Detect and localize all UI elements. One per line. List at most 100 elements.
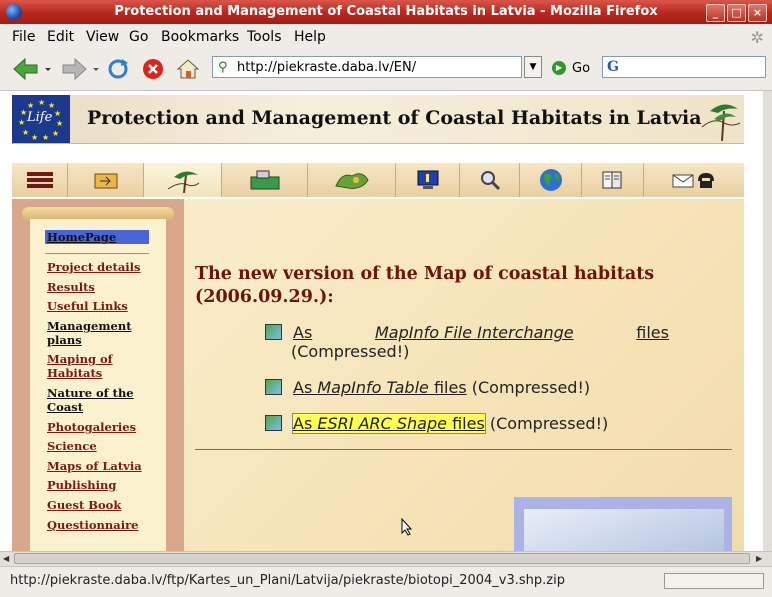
sidebar-item-science[interactable]: Science — [47, 439, 97, 453]
download-link-shp[interactable]: As ESRI ARC Shape files — [292, 413, 486, 434]
home-icon — [176, 59, 200, 79]
banner-title: Protection and Management of Coastal Hab… — [87, 107, 702, 129]
site-icon-toolbar — [12, 163, 744, 197]
nav-tools-button[interactable] — [222, 163, 308, 197]
sidebar-item-photogaleries[interactable]: Photogaleries — [47, 420, 136, 434]
compressed-note: (Compressed!) — [291, 342, 410, 361]
scroll-left-icon[interactable]: ◀ — [3, 554, 9, 563]
sidebar-item-guest-book[interactable]: Guest Book — [47, 498, 121, 512]
progress-meter — [664, 573, 764, 589]
sidebar-item-results[interactable]: Results — [47, 280, 95, 294]
chevron-down-icon: ▼ — [529, 62, 537, 72]
page-content: ★ ★ ★ ★ ★ ★ ★ ★ ★ ★ ★ Life Protection an… — [0, 91, 763, 551]
url-dropdown-button[interactable]: ▼ — [524, 56, 542, 78]
nav-globe-button[interactable] — [520, 163, 582, 197]
nav-search-button[interactable] — [460, 163, 520, 197]
throbber-icon: ✲ — [750, 28, 764, 47]
stop-button[interactable] — [140, 54, 166, 84]
info-monitor-icon — [417, 170, 438, 189]
sidebar-panel: HomePage Project details Results Useful … — [30, 219, 166, 551]
reload-button[interactable] — [104, 54, 132, 84]
sidebar: HomePage Project details Results Useful … — [12, 199, 184, 551]
map-file-icon — [265, 379, 282, 395]
status-text: http://piekraste.daba.lv/ftp/Kartes_un_P… — [10, 573, 565, 588]
stop-icon — [143, 59, 163, 79]
sidebar-item-questionnaire[interactable]: Questionnaire — [47, 518, 138, 532]
content-divider — [195, 449, 732, 450]
window-title: Protection and Management of Coastal Hab… — [114, 4, 658, 19]
sidebar-item-maping-of-habitats[interactable]: Maping of Habitats — [47, 352, 127, 380]
scrollbar-thumb[interactable] — [14, 553, 750, 564]
minimize-button[interactable]: _ — [706, 4, 725, 22]
go-button[interactable]: ▶ Go — [552, 57, 590, 79]
back-button[interactable] — [8, 54, 54, 84]
compressed-note: (Compressed!) — [471, 378, 591, 397]
sidebar-divider — [45, 253, 149, 254]
maximize-button[interactable]: □ — [727, 4, 746, 22]
forward-button[interactable] — [56, 54, 102, 84]
mail-phone-icon — [672, 173, 714, 188]
sidebar-item-project-details[interactable]: Project details — [47, 260, 141, 274]
window-titlebar: Protection and Management of Coastal Hab… — [0, 0, 772, 24]
nav-contact-button[interactable] — [644, 163, 744, 197]
menu-tools[interactable]: Tools — [247, 29, 282, 45]
google-icon: G — [607, 59, 619, 75]
nav-habitats-button[interactable] — [308, 163, 396, 197]
scroll-right-icon[interactable]: ▶ — [756, 554, 762, 563]
nav-book-button[interactable] — [582, 163, 644, 197]
link-prefix: As — [293, 323, 313, 342]
sidebar-item-useful-links[interactable]: Useful Links — [47, 299, 128, 313]
download-link-mif[interactable]: As MapInfo File Interchange files — [293, 323, 669, 342]
status-bar: http://piekraste.daba.lv/ftp/Kartes_un_P… — [0, 566, 772, 597]
menu-bar: File Edit View Go Bookmarks Tools Help ✲ — [0, 24, 772, 48]
menu-view[interactable]: View — [86, 29, 119, 45]
sidebar-item-management-plans[interactable]: Management plans — [47, 319, 139, 347]
nav-menu-button[interactable] — [12, 163, 68, 197]
site-banner: ★ ★ ★ ★ ★ ★ ★ ★ ★ ★ ★ Life Protection an… — [12, 95, 744, 144]
menu-help[interactable]: Help — [294, 29, 326, 45]
toolbox-icon — [250, 170, 279, 190]
coast-map-image — [514, 497, 732, 551]
go-arrow-icon: ▶ — [552, 61, 566, 75]
close-window-button[interactable]: × — [748, 4, 767, 22]
nav-coast-button[interactable] — [144, 163, 222, 197]
url-text: http://piekraste.daba.lv/EN/ — [237, 60, 417, 75]
nav-folder-button[interactable] — [68, 163, 144, 197]
mouse-pointer-icon — [401, 518, 413, 536]
menu-lines-icon — [26, 172, 53, 188]
sidebar-item-publishing[interactable]: Publishing — [47, 478, 116, 492]
sidebar-item-homepage[interactable]: HomePage — [45, 230, 149, 244]
globe-icon — [539, 169, 562, 191]
book-icon — [602, 171, 621, 189]
download-link-tab[interactable]: As MapInfo Table files — [293, 378, 467, 397]
site-favicon-icon: ⚲ — [218, 60, 228, 75]
menu-file[interactable]: File — [12, 29, 35, 45]
compressed-note: (Compressed!) — [489, 414, 609, 433]
menu-go[interactable]: Go — [129, 29, 148, 45]
nav-info-button[interactable] — [396, 163, 460, 197]
horizontal-scrollbar[interactable]: ◀ ▶ — [0, 551, 772, 566]
menu-edit[interactable]: Edit — [47, 29, 74, 45]
folder-arrow-icon — [94, 173, 117, 189]
url-input[interactable]: ⚲ http://piekraste.daba.lv/EN/ — [212, 56, 522, 78]
menu-bookmarks[interactable]: Bookmarks — [161, 29, 239, 45]
link-prefix: As — [293, 414, 318, 433]
link-format: MapInfo Table — [317, 378, 429, 397]
back-arrow-icon — [13, 57, 51, 81]
link-format: MapInfo File Interchange — [374, 323, 574, 342]
pine-tree-icon — [701, 104, 741, 141]
map-file-icon — [265, 415, 282, 431]
home-button[interactable] — [174, 54, 202, 84]
search-input[interactable]: G — [602, 56, 766, 78]
sidebar-item-nature-of-the-coast[interactable]: Nature of the Coast — [47, 386, 137, 414]
homepage-label: HomePage — [47, 230, 117, 244]
pine-tree-icon — [167, 171, 199, 193]
link-prefix: As — [293, 378, 318, 397]
sidebar-item-maps-of-latvia[interactable]: Maps of Latvia — [47, 459, 142, 473]
link-suffix: files — [636, 323, 669, 342]
logo-text: Life — [27, 110, 53, 125]
vertical-scrollbar[interactable] — [763, 91, 772, 551]
page-heading: The new version of the Map of coastal ha… — [195, 264, 655, 307]
go-label: Go — [572, 60, 591, 76]
life-logo[interactable]: ★ ★ ★ ★ ★ ★ ★ ★ ★ ★ ★ Life — [12, 95, 70, 143]
